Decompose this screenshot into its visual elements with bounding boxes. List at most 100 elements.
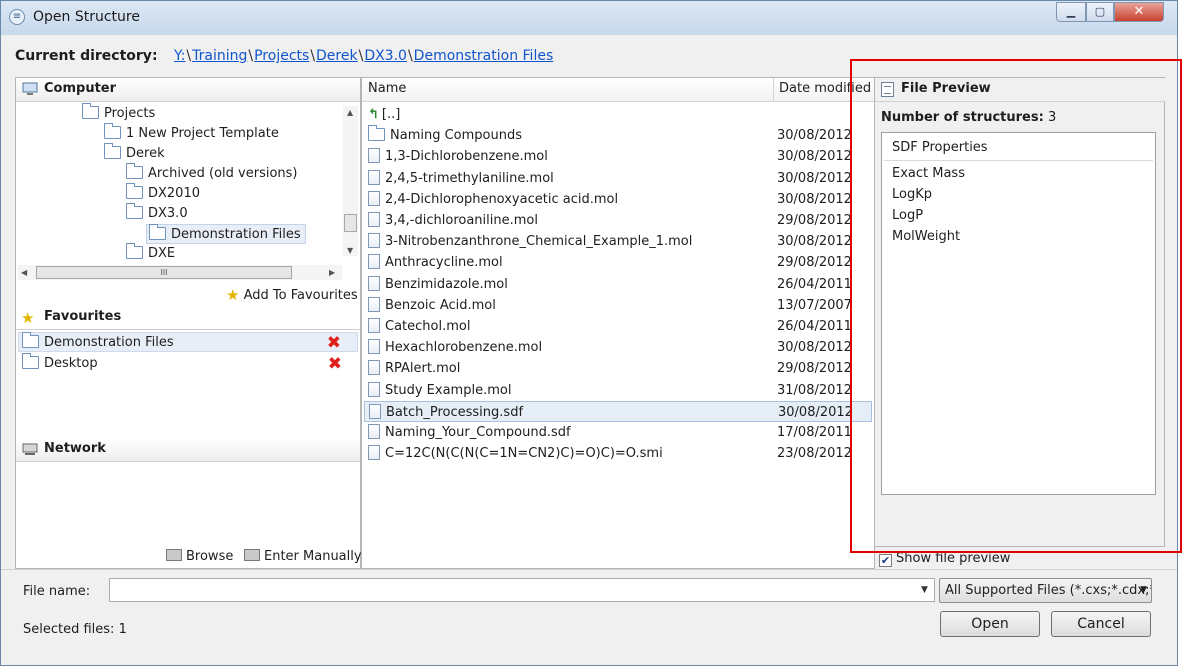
file-date-text: 29/08/2012 xyxy=(777,255,852,271)
tree-item-dx3[interactable]: DX3.0 xyxy=(126,203,188,224)
tree-horizontal-scroll-thumb[interactable]: III xyxy=(36,266,292,279)
tree-vertical-scroll-thumb[interactable] xyxy=(344,214,357,232)
scroll-left-icon[interactable]: ◀ xyxy=(21,268,27,277)
file-row[interactable]: 1,3-Dichlorobenzene.mol 30/08/2012 xyxy=(364,146,872,167)
favourite-item-demonstration-files[interactable]: Demonstration Files ✖ xyxy=(18,332,358,353)
sdf-properties-list[interactable]: SDF Properties Exact Mass LogKp LogP Mol… xyxy=(881,132,1156,495)
file-row[interactable]: ↰ [..] xyxy=(364,104,872,125)
scroll-down-icon[interactable]: ▼ xyxy=(347,246,353,255)
document-icon xyxy=(368,190,380,206)
file-row[interactable]: Hexachlorobenzene.mol 30/08/2012 xyxy=(364,337,872,358)
file-row[interactable]: Benzoic Acid.mol 13/07/2007 xyxy=(364,295,872,316)
tree-item-projects[interactable]: Projects xyxy=(82,103,155,124)
app-icon: ≡ xyxy=(9,9,25,25)
column-header-name[interactable]: Name xyxy=(362,78,774,102)
tree-item-new-project-template[interactable]: 1 New Project Template xyxy=(104,123,279,144)
favourites-section-header: ★ Favourites xyxy=(16,306,360,330)
browse-button[interactable]: Browse xyxy=(166,549,233,564)
network-section-header: Network xyxy=(16,438,360,462)
open-button[interactable]: Open xyxy=(940,611,1040,637)
document-icon xyxy=(368,296,380,312)
sdf-property-item[interactable]: Exact Mass xyxy=(882,163,1155,184)
minimize-button[interactable]: ▁ xyxy=(1056,2,1086,22)
tree-vertical-scrollbar[interactable]: ▲ ▼ xyxy=(343,106,358,256)
file-name-text: Study Example.mol xyxy=(385,382,512,398)
cancel-button[interactable]: Cancel xyxy=(1051,611,1151,637)
file-date-text: 30/08/2012 xyxy=(778,404,853,420)
favourite-item-desktop[interactable]: Desktop ✖ xyxy=(18,353,358,374)
open-structure-dialog: ≡ Open Structure ▁ ▢ ✕ Current directory… xyxy=(0,0,1182,666)
file-row[interactable]: Naming_Your_Compound.sdf 17/08/2011 xyxy=(364,422,872,443)
breadcrumb-drive[interactable]: Y: xyxy=(174,48,185,64)
file-name-input[interactable] xyxy=(109,578,935,602)
file-row[interactable]: 2,4,5-trimethylaniline.mol 30/08/2012 xyxy=(364,168,872,189)
enter-manually-button[interactable]: Enter Manually xyxy=(244,549,362,564)
breadcrumb-demonstration-files[interactable]: Demonstration Files xyxy=(414,48,554,64)
file-row[interactable]: 2,4-Dichlorophenoxyacetic acid.mol 30/08/… xyxy=(364,189,872,210)
file-type-filter-select[interactable]: All Supported Files (*.cxs;*.cdx;* ▼ xyxy=(939,578,1152,603)
folder-icon xyxy=(22,332,39,348)
document-icon xyxy=(368,424,380,439)
number-of-structures: Number of structures: 3 xyxy=(881,110,1057,125)
file-row[interactable]: Naming Compounds 30/08/2012 xyxy=(364,125,872,146)
scroll-up-icon[interactable]: ▲ xyxy=(347,108,353,117)
file-row[interactable]: 3,4,-dichloroaniline.mol 29/08/2012 xyxy=(364,210,872,231)
tree-item-dx2010[interactable]: DX2010 xyxy=(126,183,200,204)
star-icon: ★ xyxy=(21,309,35,327)
number-of-structures-value: 3 xyxy=(1047,110,1057,125)
add-star-icon: ★ xyxy=(226,286,240,304)
file-row[interactable]: Catechol.mol 26/04/2011 xyxy=(364,316,872,337)
file-date-text: 30/08/2012 xyxy=(777,191,852,207)
file-row[interactable]: 3-Nitrobenzanthrone_Chemical_Example_1.m… xyxy=(364,231,872,252)
file-name-text: Catechol.mol xyxy=(385,319,471,334)
file-row[interactable]: RPAlert.mol 29/08/2012 xyxy=(364,358,872,379)
selected-files-count: Selected files: 1 xyxy=(23,622,127,637)
browse-network-icon xyxy=(166,549,182,561)
computer-icon xyxy=(22,82,38,95)
file-row[interactable]: Anthracycline.mol 29/08/2012 xyxy=(364,252,872,273)
close-button[interactable]: ✕ xyxy=(1114,2,1164,22)
tree-item-derek[interactable]: Derek xyxy=(104,143,165,164)
sdf-property-item[interactable]: MolWeight xyxy=(882,226,1155,247)
tree-horizontal-scrollbar[interactable]: ◀ III ▶ xyxy=(18,265,342,280)
scroll-right-icon[interactable]: ▶ xyxy=(329,268,335,277)
maximize-button[interactable]: ▢ xyxy=(1086,2,1114,22)
breadcrumb-training[interactable]: Training xyxy=(192,48,247,64)
checkbox-checked-icon[interactable]: ✔ xyxy=(879,554,892,567)
show-file-preview-checkbox[interactable]: ✔ Show file preview xyxy=(879,551,1010,567)
tree-item-demonstration-files[interactable]: Demonstration Files xyxy=(146,224,306,244)
file-name-dropdown-icon[interactable]: ▼ xyxy=(915,579,934,601)
file-name-text: RPAlert.mol xyxy=(385,361,461,377)
file-date-text: 29/08/2012 xyxy=(777,213,852,228)
dialog-footer: File name: ▼ All Supported Files (*.cxs;… xyxy=(1,569,1177,665)
sdf-property-item[interactable]: LogP xyxy=(882,205,1155,226)
tree-item-archived[interactable]: Archived (old versions) xyxy=(126,163,298,184)
current-directory-label: Current directory: xyxy=(15,48,158,64)
remove-favourite-icon[interactable]: ✖ xyxy=(328,354,342,374)
breadcrumb-dx3[interactable]: DX3.0 xyxy=(364,48,407,64)
document-icon xyxy=(369,403,381,419)
file-row[interactable]: Benzimidazole.mol 26/04/2011 xyxy=(364,274,872,295)
network-heading: Network xyxy=(44,441,106,456)
breadcrumb-projects[interactable]: Projects xyxy=(254,48,309,64)
folder-icon xyxy=(149,224,166,240)
computer-heading: Computer xyxy=(44,81,117,96)
breadcrumb-derek[interactable]: Derek xyxy=(316,48,358,64)
document-icon xyxy=(368,318,380,333)
column-header-date-modified[interactable]: Date modified xyxy=(774,78,874,102)
file-row[interactable]: Batch_Processing.sdf 30/08/2012 xyxy=(364,400,872,422)
file-row[interactable]: Study Example.mol 31/08/2012 xyxy=(364,380,872,401)
file-name-text: 2,4-Dichlorophenoxyacetic acid.mol xyxy=(385,191,619,207)
add-to-favourites-button[interactable]: ★ Add To Favourites xyxy=(226,286,358,304)
document-icon xyxy=(368,275,380,291)
remove-favourite-icon[interactable]: ✖ xyxy=(327,333,341,353)
file-name-text: Batch_Processing.sdf xyxy=(386,404,524,420)
file-name-text: 2,4,5-trimethylaniline.mol xyxy=(385,170,554,186)
folder-icon xyxy=(368,125,385,142)
file-preview-pane: File Preview Number of structures: 3 SDF… xyxy=(875,77,1165,547)
tree-item-dxe[interactable]: DXE xyxy=(126,243,175,264)
sdf-property-item[interactable]: LogKp xyxy=(882,184,1155,205)
file-row[interactable]: C=12C(N(C(N(C=1N=CN2)C)=O)C)=O.smi 23/08/… xyxy=(364,443,872,464)
favourites-heading: Favourites xyxy=(44,309,122,324)
file-date-text: 30/08/2012 xyxy=(777,128,852,144)
